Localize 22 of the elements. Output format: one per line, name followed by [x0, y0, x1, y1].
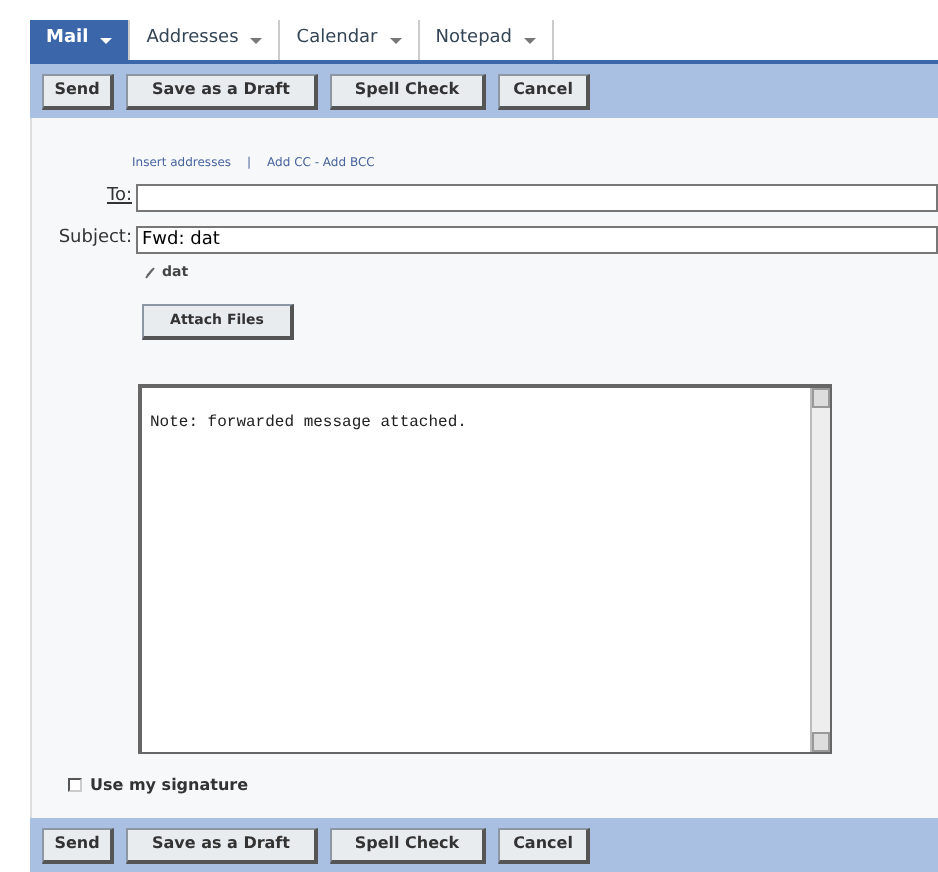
- toolbar-button[interactable]: Spell Check: [330, 827, 486, 863]
- toolbar-button[interactable]: Send: [42, 73, 114, 109]
- subject-field[interactable]: Fwd: dat: [136, 226, 938, 254]
- dropdown-arrow-icon: [250, 37, 263, 43]
- dropdown-arrow-icon: [100, 37, 113, 43]
- message-body-field[interactable]: Note: forwarded message attached.: [138, 383, 832, 753]
- signature-label: Use my signature: [90, 773, 249, 797]
- scrollbar[interactable]: [810, 387, 830, 751]
- subject-label: Subject:: [56, 226, 134, 253]
- toolbar-button[interactable]: Cancel: [498, 73, 590, 109]
- to-label: To:: [104, 184, 134, 211]
- tab[interactable]: Mail: [30, 20, 131, 60]
- toolbar-button[interactable]: Save as a Draft: [126, 827, 318, 863]
- signature-checkbox[interactable]: [68, 778, 82, 792]
- to-field[interactable]: [136, 184, 938, 212]
- message-text: Note: forwarded message attached.: [148, 411, 469, 435]
- dropdown-arrow-icon: [524, 37, 537, 43]
- toolbar-button[interactable]: Save as a Draft: [126, 73, 318, 109]
- toolbar-button[interactable]: Send: [42, 827, 114, 863]
- toolbar-button[interactable]: Cancel: [498, 827, 590, 863]
- dropdown-arrow-icon: [389, 37, 402, 43]
- toolbar-button[interactable]: Spell Check: [330, 73, 486, 109]
